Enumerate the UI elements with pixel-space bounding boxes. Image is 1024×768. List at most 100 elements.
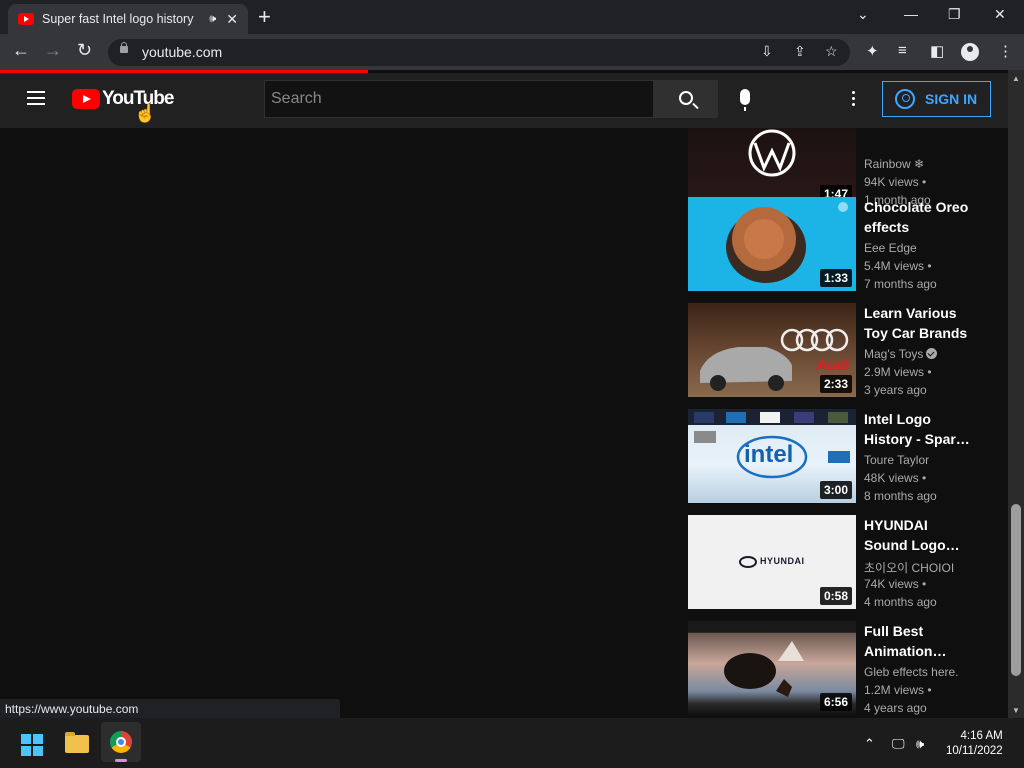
video-duration: 3:00	[819, 481, 852, 499]
video-channel[interactable]: 초이오이 CHOIOI	[864, 559, 954, 576]
chrome-icon	[110, 731, 132, 753]
restore-icon[interactable]: ❐	[948, 6, 961, 23]
video-age: 4 months ago	[864, 595, 937, 609]
tab-search-icon[interactable]: ⌄	[857, 6, 869, 23]
video-title[interactable]: Intel Logo History - Spar…	[864, 409, 974, 449]
video-views: 1.2M views •	[864, 683, 932, 697]
lock-icon[interactable]	[120, 42, 128, 53]
video-thumbnail[interactable]: Audi 2:33	[688, 303, 856, 397]
video-item[interactable]: HYUNDAI 0:58 HYUNDAI Sound Logo… 초이오이 CH…	[688, 515, 988, 615]
browser-titlebar: Super fast Intel logo history 🕪 ✕ + ⌄ — …	[0, 0, 1024, 34]
forward-icon[interactable]: →	[44, 40, 62, 61]
volume-icon[interactable]: 🕪	[916, 736, 924, 752]
page-scrollbar[interactable]: ▲ ▼	[1008, 70, 1024, 718]
close-window-icon[interactable]: ✕	[994, 6, 1006, 23]
share-icon[interactable]: ⇪	[794, 43, 806, 60]
video-duration: 2:33	[819, 375, 852, 393]
chrome-menu-icon[interactable]: ⋮	[998, 42, 1013, 60]
video-title[interactable]: Chocolate Oreo effects	[864, 197, 974, 237]
intel-text: intel	[744, 441, 794, 468]
youtube-header: YouTube ☝ Search SIGN IN	[0, 73, 1008, 128]
video-channel[interactable]: Eee Edge	[864, 241, 917, 255]
video-views: 94K views •	[864, 175, 927, 189]
tab-title: Super fast Intel logo history	[42, 12, 194, 26]
video-item[interactable]: 1:33 Chocolate Oreo effects Eee Edge 5.4…	[688, 197, 988, 297]
active-app-indicator	[115, 759, 127, 762]
video-thumbnail[interactable]: 1:47	[688, 128, 856, 207]
install-icon[interactable]: ⇩	[761, 43, 773, 60]
youtube-play-icon	[72, 89, 100, 109]
video-age: 8 months ago	[864, 489, 937, 503]
video-title[interactable]: Learn Various Toy Car Brands	[864, 303, 974, 343]
sign-in-button[interactable]: SIGN IN	[882, 81, 991, 117]
menu-icon[interactable]	[27, 91, 45, 105]
reload-icon[interactable]: ↻	[77, 40, 92, 61]
video-age: 3 years ago	[864, 383, 927, 397]
settings-menu-icon[interactable]	[852, 91, 856, 109]
clock-time: 4:16 AM	[960, 730, 1003, 742]
youtube-logo[interactable]: YouTube	[72, 88, 174, 110]
minimize-icon[interactable]: —	[904, 6, 918, 22]
network-icon[interactable]: 🖵	[892, 736, 905, 752]
video-item[interactable]: Audi 2:33 Learn Various Toy Car Brands M…	[688, 303, 988, 403]
bookmark-star-icon[interactable]: ☆	[825, 43, 838, 60]
main-content: 1:47 Rainbow ❄ 94K views • 1 month ago 1…	[0, 128, 1008, 718]
tab-audio-icon[interactable]: 🕪	[209, 13, 216, 26]
audi-text: Audi	[816, 357, 850, 374]
channel-name: Mag's Toys	[864, 347, 924, 361]
microphone-icon[interactable]	[740, 89, 750, 111]
scroll-thumb[interactable]	[1011, 504, 1021, 676]
browser-tab[interactable]: Super fast Intel logo history 🕪 ✕	[8, 4, 248, 34]
video-views: 5.4M views •	[864, 259, 932, 273]
back-icon[interactable]: ←	[12, 40, 30, 61]
youtube-favicon-icon	[18, 13, 34, 25]
video-thumbnail[interactable]: HYUNDAI 0:58	[688, 515, 856, 609]
video-thumbnail[interactable]: 6:56	[688, 621, 856, 715]
video-views: 48K views •	[864, 471, 927, 485]
video-views: 2.9M views •	[864, 365, 932, 379]
show-hidden-icons-icon[interactable]: ⌃	[864, 736, 875, 752]
video-title[interactable]: Full Best Animation…	[864, 621, 974, 661]
video-duration: 6:56	[819, 693, 852, 711]
video-channel[interactable]: Rainbow ❄	[864, 157, 924, 171]
video-channel[interactable]: Toure Taylor	[864, 453, 929, 467]
video-duration: 1:33	[819, 269, 852, 287]
video-item[interactable]: intel 3:00 Intel Logo History - Spar… To…	[688, 409, 988, 509]
video-channel[interactable]: Mag's Toys	[864, 347, 938, 361]
video-views: 74K views •	[864, 577, 927, 591]
video-item[interactable]: 6:56 Full Best Animation… Gleb effects h…	[688, 621, 988, 718]
start-windows-icon[interactable]	[21, 734, 43, 756]
hyundai-text: HYUNDAI	[760, 556, 805, 566]
system-clock[interactable]: 4:16 AM 10/11/2022	[946, 729, 1003, 759]
status-bar-url: https://www.youtube.com	[0, 699, 340, 719]
clock-date: 10/11/2022	[946, 745, 1003, 757]
chrome-taskbar-button[interactable]	[101, 722, 141, 762]
side-panel-icon[interactable]: ◧	[930, 42, 944, 60]
new-tab-button[interactable]: +	[258, 5, 271, 29]
account-icon	[895, 89, 915, 109]
tab-close-icon[interactable]: ✕	[226, 11, 238, 28]
profile-icon[interactable]	[961, 43, 979, 61]
file-explorer-icon[interactable]	[65, 732, 89, 753]
address-bar[interactable]: youtube.com ⇩ ⇪ ☆	[108, 39, 850, 66]
video-thumbnail[interactable]: intel 3:00	[688, 409, 856, 503]
windows-taskbar: ⌃ 🖵 🕪 4:16 AM 10/11/2022	[0, 718, 1024, 768]
scroll-up-icon[interactable]: ▲	[1012, 74, 1020, 83]
sign-in-label: SIGN IN	[925, 91, 978, 107]
search-icon	[679, 91, 693, 105]
media-control-icon[interactable]: ≡	[898, 42, 907, 59]
search-button[interactable]	[654, 80, 718, 118]
url-text[interactable]: youtube.com	[142, 44, 222, 60]
verified-icon	[926, 348, 938, 359]
video-age: 4 years ago	[864, 701, 927, 715]
video-channel[interactable]: Gleb effects here.	[864, 665, 959, 679]
video-thumbnail[interactable]: 1:33	[688, 197, 856, 291]
hand-cursor-icon: ☝	[134, 103, 157, 123]
search-input[interactable]: Search	[264, 80, 654, 118]
scroll-down-icon[interactable]: ▼	[1012, 706, 1020, 715]
video-title[interactable]: HYUNDAI Sound Logo…	[864, 515, 974, 555]
browser-toolbar: ← → ↻ youtube.com ⇩ ⇪ ☆ ✦ ≡ ◧ ⋮	[0, 34, 1024, 70]
extensions-icon[interactable]: ✦	[866, 42, 879, 60]
video-duration: 0:58	[819, 587, 852, 605]
video-age: 7 months ago	[864, 277, 937, 291]
